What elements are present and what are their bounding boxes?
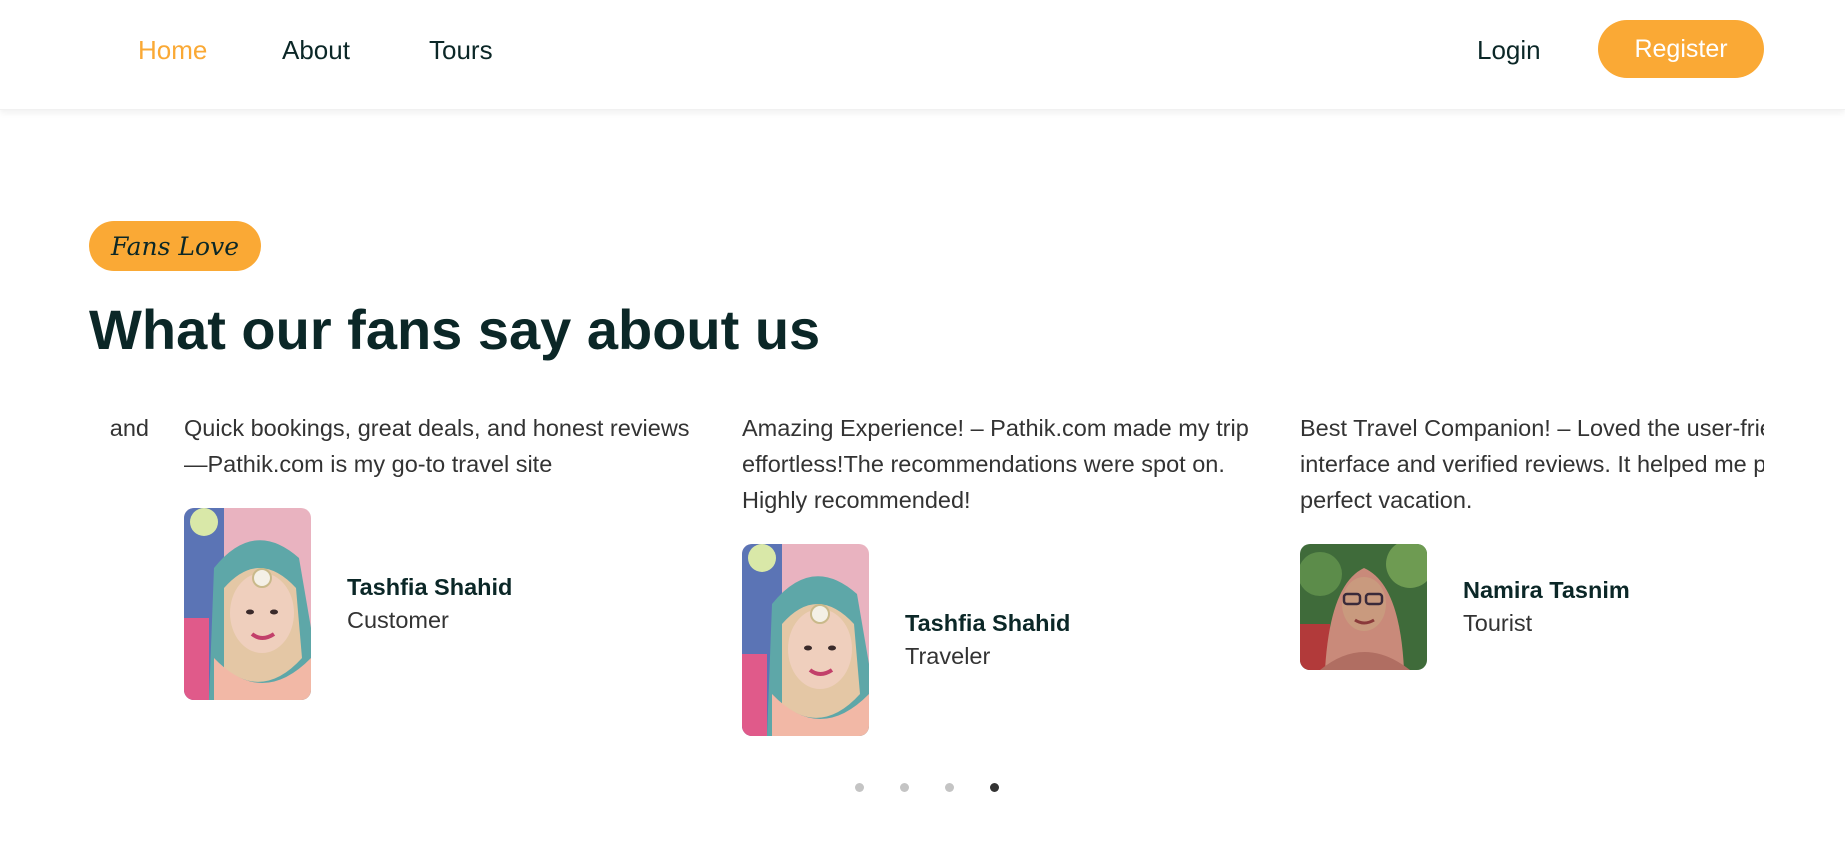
carousel-dot-1[interactable] — [855, 783, 864, 792]
section-tag-badge: Fans Love — [89, 221, 261, 271]
author-info: Namira Tasnim Tourist — [1463, 574, 1630, 640]
carousel-dot-4[interactable] — [990, 783, 999, 792]
nav-tours-link[interactable]: Tours — [429, 33, 493, 67]
author-info: Tashfia Shahid Traveler — [905, 607, 1070, 673]
testimonial-card: and — [89, 410, 149, 446]
nav-home-link[interactable]: Home — [138, 33, 207, 67]
woman-hijab-photo-icon — [742, 544, 869, 736]
carousel-dot-3[interactable] — [945, 783, 954, 792]
author-name: Namira Tasnim — [1463, 577, 1630, 603]
author-role: Traveler — [905, 643, 991, 669]
section-title: What our fans say about us — [89, 298, 821, 361]
nav-about-link[interactable]: About — [282, 33, 350, 67]
carousel-dot-2[interactable] — [900, 783, 909, 792]
testimonial-quote: Amazing Experience! – Pathik.com made my… — [742, 415, 1249, 513]
testimonial-quote: Best Travel Companion! – Loved the user-… — [1300, 415, 1764, 513]
author-name: Tashfia Shahid — [347, 574, 513, 600]
testimonial-quote: and — [109, 415, 149, 441]
register-button[interactable]: Register — [1598, 20, 1764, 78]
carousel-dots — [0, 783, 1845, 797]
woman-hijab-photo-icon — [184, 508, 311, 700]
testimonial-card: Best Travel Companion! – Loved the user-… — [1300, 410, 1764, 670]
avatar — [742, 544, 869, 736]
testimonial-quote: Quick bookings, great deals, and honest … — [184, 415, 690, 477]
author-role: Customer — [347, 607, 449, 633]
woman-hijab-glasses-photo-icon — [1300, 544, 1427, 670]
testimonial-author: Tashfia Shahid Traveler — [742, 544, 1262, 736]
testimonial-author: Namira Tasnim Tourist — [1300, 544, 1764, 670]
testimonial-author: Tashfia Shahid Customer — [184, 508, 704, 700]
author-role: Tourist — [1463, 610, 1533, 636]
avatar — [1300, 544, 1427, 670]
author-name: Tashfia Shahid — [905, 610, 1071, 636]
testimonial-card: Amazing Experience! – Pathik.com made my… — [742, 410, 1262, 736]
avatar — [184, 508, 311, 700]
author-info: Tashfia Shahid Customer — [347, 571, 512, 637]
login-button[interactable]: Login — [1477, 33, 1541, 67]
site-header: Home About Tours Login Register — [0, 0, 1845, 110]
testimonial-card: Quick bookings, great deals, and honest … — [184, 410, 704, 700]
testimonial-carousel[interactable]: and Quick bookings, great deals, and hon… — [89, 410, 1764, 750]
